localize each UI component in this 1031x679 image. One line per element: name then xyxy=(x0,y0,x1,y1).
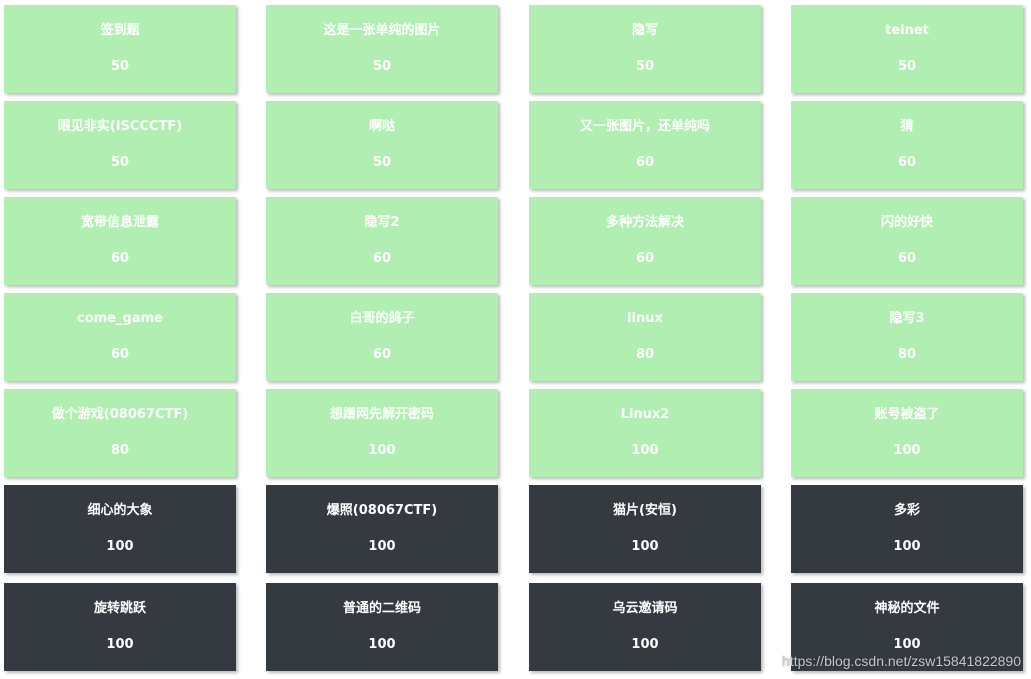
challenge-name: 爆照(08067CTF) xyxy=(326,503,438,518)
challenge-card[interactable]: 眼见非实(ISCCCTF) 50 xyxy=(4,101,236,189)
challenge-card[interactable]: 宽带信息泄露 60 xyxy=(4,197,236,285)
challenge-card[interactable]: 隐写3 80 xyxy=(791,293,1023,381)
challenge-points: 100 xyxy=(368,539,396,554)
challenge-name: 细心的大象 xyxy=(87,503,153,518)
challenge-points: 50 xyxy=(635,59,655,74)
challenge-card[interactable]: 隐写2 60 xyxy=(266,197,498,285)
challenge-points: 50 xyxy=(110,59,130,74)
challenge-points: 100 xyxy=(368,637,396,652)
challenge-points: 80 xyxy=(635,347,655,362)
challenge-points: 60 xyxy=(372,347,392,362)
challenge-name: 多彩 xyxy=(893,503,920,518)
challenge-name: 隐写 xyxy=(631,23,658,38)
challenge-name: 多种方法解决 xyxy=(605,215,684,230)
challenge-name: 猫片(安恒) xyxy=(613,503,677,518)
challenge-points: 50 xyxy=(110,155,130,170)
challenge-name: 眼见非实(ISCCCTF) xyxy=(57,119,183,134)
challenge-card[interactable]: 账号被盗了 100 xyxy=(791,389,1023,477)
challenge-card[interactable]: 闪的好快 60 xyxy=(791,197,1023,285)
challenge-name: Linux2 xyxy=(620,407,670,422)
challenge-points: 80 xyxy=(897,347,917,362)
challenge-points: 50 xyxy=(372,59,392,74)
challenge-points: 50 xyxy=(897,59,917,74)
challenge-points: 80 xyxy=(110,443,130,458)
challenge-points: 60 xyxy=(110,251,130,266)
challenge-name: 做个游戏(08067CTF) xyxy=(51,407,189,422)
challenge-points: 60 xyxy=(635,251,655,266)
challenge-name: 闪的好快 xyxy=(880,215,933,230)
challenge-card[interactable]: linux 80 xyxy=(529,293,761,381)
challenge-name: 这是一张单纯的图片 xyxy=(323,23,441,38)
challenge-name: 神秘的文件 xyxy=(874,601,940,616)
challenge-card[interactable]: 签到题 50 xyxy=(4,5,236,93)
challenge-card[interactable]: 隐写 50 xyxy=(529,5,761,93)
challenge-name: 想蹭网先解开密码 xyxy=(329,407,434,422)
challenge-points: 100 xyxy=(368,443,396,458)
challenge-points: 60 xyxy=(897,155,917,170)
challenge-points: 100 xyxy=(106,637,134,652)
challenge-name: 啊哒 xyxy=(368,119,395,134)
challenge-card[interactable]: 旋转跳跃 100 xyxy=(4,583,236,671)
challenge-points: 100 xyxy=(893,637,921,652)
challenge-points: 100 xyxy=(631,539,659,554)
challenge-points: 100 xyxy=(631,443,659,458)
challenge-card[interactable]: 这是一张单纯的图片 50 xyxy=(266,5,498,93)
challenge-points: 60 xyxy=(897,251,917,266)
challenge-name: 旋转跳跃 xyxy=(93,601,146,616)
challenge-card[interactable]: 想蹭网先解开密码 100 xyxy=(266,389,498,477)
challenge-name: 宽带信息泄露 xyxy=(80,215,159,230)
challenge-card[interactable]: 细心的大象 100 xyxy=(4,485,236,573)
challenge-card[interactable]: 做个游戏(08067CTF) 80 xyxy=(4,389,236,477)
challenge-card[interactable]: 猫片(安恒) 100 xyxy=(529,485,761,573)
challenge-card[interactable]: 又一张图片，还单纯吗 60 xyxy=(529,101,761,189)
challenge-card[interactable]: 多种方法解决 60 xyxy=(529,197,761,285)
challenge-name: telnet xyxy=(885,23,929,38)
challenge-points: 60 xyxy=(372,251,392,266)
challenge-points: 60 xyxy=(110,347,130,362)
challenge-card[interactable]: 啊哒 50 xyxy=(266,101,498,189)
challenge-name: 签到题 xyxy=(100,23,140,38)
challenge-name: 隐写3 xyxy=(889,311,925,326)
challenge-name: 又一张图片，还单纯吗 xyxy=(579,119,710,134)
challenge-name: 乌云邀请码 xyxy=(612,601,678,616)
challenge-name: come_game xyxy=(77,311,163,326)
challenge-points: 100 xyxy=(893,443,921,458)
challenge-card[interactable]: telnet 50 xyxy=(791,5,1023,93)
challenge-name: 账号被盗了 xyxy=(874,407,940,422)
challenge-card[interactable]: 多彩 100 xyxy=(791,485,1023,573)
challenge-card[interactable]: 白哥的鸽子 60 xyxy=(266,293,498,381)
challenge-name: 普通的二维码 xyxy=(342,601,421,616)
watermark-text: https://blog.csdn.net/zsw15841822890 xyxy=(782,653,1021,669)
challenge-card[interactable]: Linux2 100 xyxy=(529,389,761,477)
challenge-card[interactable]: come_game 60 xyxy=(4,293,236,381)
challenge-card[interactable]: 乌云邀请码 100 xyxy=(529,583,761,671)
challenge-points: 50 xyxy=(372,155,392,170)
challenge-points: 100 xyxy=(631,637,659,652)
challenge-name: 猜 xyxy=(900,119,914,134)
challenge-card[interactable]: 爆照(08067CTF) 100 xyxy=(266,485,498,573)
challenge-name: 白哥的鸽子 xyxy=(349,311,415,326)
challenge-name: linux xyxy=(627,311,663,326)
challenge-name: 隐写2 xyxy=(364,215,400,230)
challenge-card[interactable]: 普通的二维码 100 xyxy=(266,583,498,671)
challenge-points: 100 xyxy=(106,539,134,554)
challenge-points: 60 xyxy=(635,155,655,170)
challenge-points: 100 xyxy=(893,539,921,554)
challenge-grid: 签到题 50 这是一张单纯的图片 50 隐写 50 telnet 50 眼见非实(ISCCCTF… xyxy=(0,0,1031,679)
challenge-card[interactable]: 猜 60 xyxy=(791,101,1023,189)
